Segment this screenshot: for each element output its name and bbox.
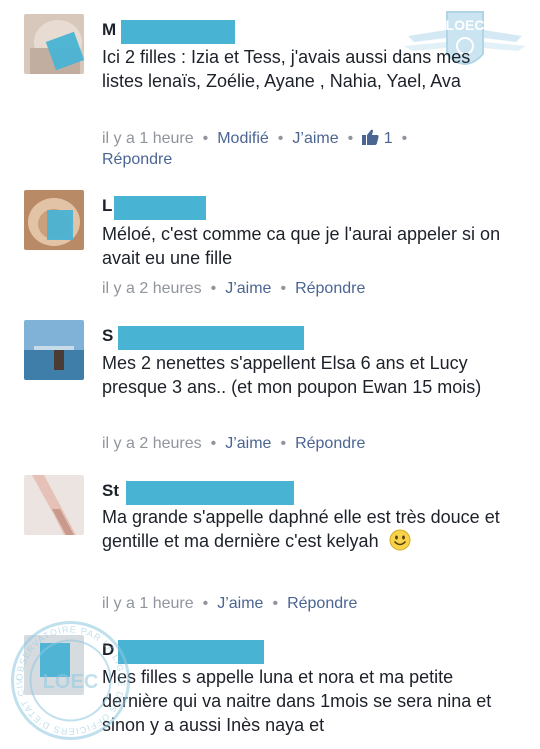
comment-text: Ma grande s'appelle daphné elle est très… (102, 507, 500, 551)
avatar[interactable] (24, 190, 84, 250)
reply-link[interactable]: Répondre (295, 435, 365, 452)
comment-text: Mes filles s appelle luna et nora et ma … (102, 667, 492, 735)
svg-text:LOEC: LOEC (43, 671, 99, 693)
like-link[interactable]: J’aime (292, 130, 338, 147)
comment-time[interactable]: il y a 2 heures (102, 435, 202, 452)
like-link[interactable]: J’aime (225, 280, 271, 297)
edited-link[interactable]: Modifié (217, 130, 269, 147)
loec-stamp-watermark: OBSERVATOIRE PAR LA LIGUE DES OFFICIERS … (8, 618, 130, 740)
avatar[interactable] (24, 475, 84, 535)
thumbs-up-icon (362, 129, 379, 145)
comment-text: Méloé, c'est comme ca que je l'aurai app… (102, 224, 501, 268)
comment-actions: il y a 2 heures • J’aime • Répondre (102, 280, 366, 297)
reply-link[interactable]: Répondre (102, 150, 172, 170)
like-count[interactable]: 1 (362, 129, 393, 147)
comment-actions: il y a 1 heure • Modifié • J’aime • 1 • (102, 129, 408, 147)
comment-time[interactable]: il y a 2 heures (102, 280, 202, 297)
comment-time[interactable]: il y a 1 heure (102, 595, 194, 612)
reply-link[interactable]: Répondre (295, 280, 365, 297)
avatar[interactable] (24, 320, 84, 380)
like-link[interactable]: J’aime (225, 435, 271, 452)
reply-link[interactable]: Répondre (287, 595, 357, 612)
comment-actions: il y a 2 heures • J’aime • Répondre (102, 435, 366, 452)
svg-text:LOEC: LOEC (446, 17, 485, 33)
comment-text: Ici 2 filles : Izia et Tess, j'avais aus… (102, 47, 471, 91)
avatar[interactable] (24, 14, 84, 74)
smiley-emoji-icon (389, 529, 411, 551)
avatar-photo (24, 320, 84, 380)
comment-actions: il y a 1 heure • J’aime • Répondre (102, 595, 358, 612)
comment-text: Mes 2 nenettes s'appellent Elsa 6 ans et… (102, 353, 482, 397)
comment-time[interactable]: il y a 1 heure (102, 130, 194, 147)
like-link[interactable]: J’aime (217, 595, 263, 612)
avatar-photo (24, 475, 84, 535)
